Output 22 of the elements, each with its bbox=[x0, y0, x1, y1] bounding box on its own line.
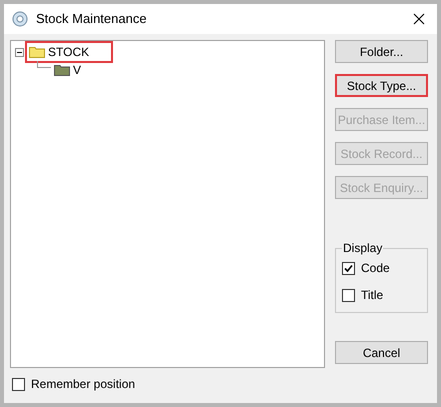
tree-line-icon bbox=[37, 61, 51, 71]
checkbox-label: Title bbox=[361, 287, 384, 304]
tree-item[interactable]: V bbox=[52, 61, 104, 79]
folder-icon bbox=[29, 46, 45, 58]
action-button[interactable]: Folder... bbox=[335, 40, 428, 63]
checkbox-label: Remember position bbox=[31, 376, 136, 393]
action-button[interactable]: Stock Type... bbox=[335, 74, 428, 97]
cancel-button[interactable]: Cancel bbox=[335, 341, 428, 364]
app-icon bbox=[12, 11, 28, 27]
group-title: Display bbox=[342, 240, 384, 257]
folder-icon bbox=[54, 64, 70, 76]
window-title: Stock Maintenance bbox=[36, 10, 148, 28]
collapse-icon[interactable] bbox=[15, 48, 24, 56]
tree-label: V bbox=[73, 62, 82, 79]
checkbox[interactable] bbox=[12, 378, 25, 390]
tree-label: STOCK bbox=[48, 44, 90, 61]
checkbox-label: Code bbox=[361, 260, 390, 277]
checkbox[interactable] bbox=[342, 288, 355, 302]
checkbox[interactable] bbox=[342, 262, 355, 274]
checkmark-icon bbox=[344, 264, 353, 272]
tree-item[interactable]: STOCK bbox=[27, 43, 112, 61]
close-icon[interactable] bbox=[413, 13, 425, 25]
